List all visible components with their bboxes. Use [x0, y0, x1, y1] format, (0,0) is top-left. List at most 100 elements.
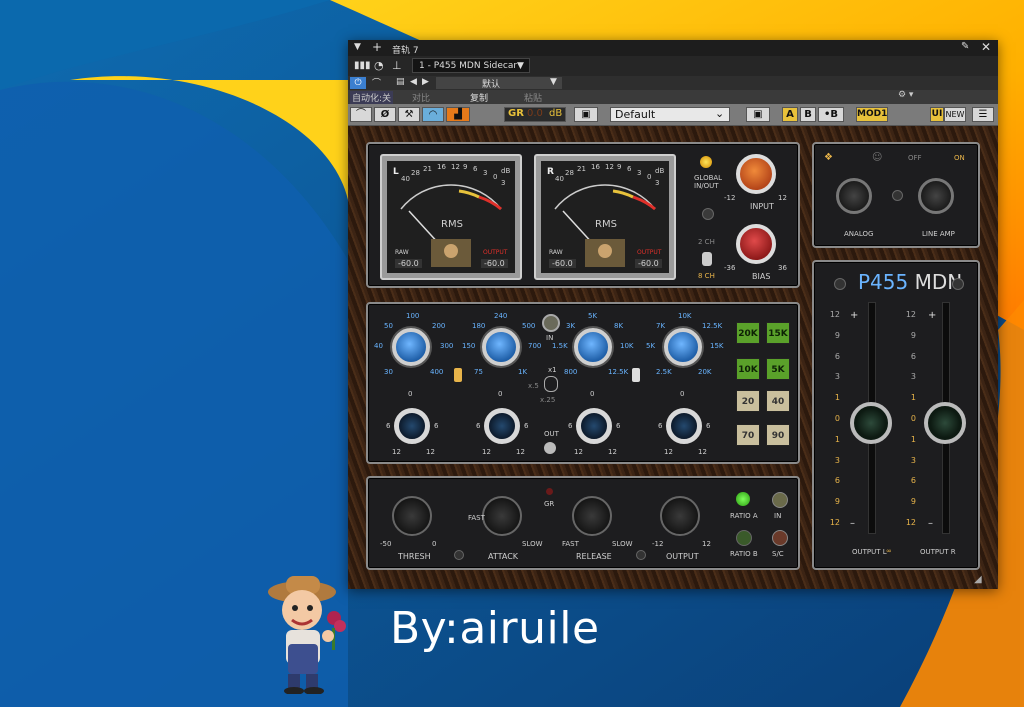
b-button[interactable]: B	[800, 107, 816, 122]
output-r-fader-handle[interactable]	[924, 402, 966, 444]
filter-40-button[interactable]: 40	[766, 390, 790, 412]
chevron-down-icon: ▼	[517, 61, 524, 71]
eq-band1-freq-knob[interactable]	[392, 328, 430, 366]
fader-scale-tick: 6	[834, 351, 840, 361]
bias-label: BIAS	[752, 272, 771, 281]
mascot-image	[268, 576, 346, 694]
eq-band3-freq-knob[interactable]	[574, 328, 612, 366]
fader-scale-tick: 12	[829, 518, 840, 527]
filter-15k-button[interactable]: 15K	[766, 322, 790, 344]
line-amp-knob[interactable]	[918, 178, 954, 214]
a-button[interactable]: A	[782, 107, 798, 122]
plugin-selector-bar: ▮▮▮ ◔ ⊥ 1 - P455 MDN Sidecar ▼	[348, 56, 998, 76]
filter-20k-button[interactable]: 20K	[736, 322, 760, 344]
bars-icon[interactable]: ▮▮▮	[354, 60, 371, 71]
close-icon[interactable]: ✕	[981, 40, 991, 54]
bias-knob[interactable]	[736, 224, 776, 264]
comp-output-knob[interactable]	[660, 496, 700, 536]
eq-band4-gain-knob[interactable]	[666, 408, 702, 444]
eq-band2-gain-knob[interactable]	[484, 408, 520, 444]
fader-scale-tick: 12	[905, 518, 916, 527]
gain-tick: 6	[658, 422, 663, 430]
routing-icon[interactable]: ⊥	[392, 59, 402, 72]
filter-5k-button[interactable]: 5K	[766, 358, 790, 380]
power-circle-icon[interactable]: ◔	[374, 59, 384, 72]
global-inout-button[interactable]	[702, 208, 714, 220]
bias-max-label: 36	[778, 264, 787, 272]
global-led[interactable]	[700, 156, 712, 168]
filter-70-button[interactable]: 70	[736, 424, 760, 446]
eq-label: 20K	[698, 368, 712, 376]
preset-name-box[interactable]: 默认 ▼	[436, 77, 562, 90]
ratio-b-button[interactable]	[736, 530, 752, 546]
file-icon[interactable]: ▤	[396, 77, 405, 87]
new-button[interactable]: NEW	[944, 107, 966, 122]
link-icon[interactable]: ∞	[886, 547, 892, 555]
save-preset-icon[interactable]: ▣	[746, 107, 770, 122]
preset-dropdown[interactable]: Default ⌄	[610, 107, 730, 122]
prev-preset-icon[interactable]: ◀	[410, 77, 417, 87]
filter-10k-button[interactable]: 10K	[736, 358, 760, 380]
meter-view-button[interactable]: ◠	[422, 107, 444, 122]
pin-icon[interactable]: ✎	[961, 41, 969, 52]
save-icon[interactable]: ▣	[574, 107, 598, 122]
hamburger-menu-icon[interactable]: ☰	[972, 107, 994, 122]
sidechain-button[interactable]	[772, 530, 788, 546]
eq-band3-gain-knob[interactable]	[576, 408, 612, 444]
scale-tick: 3	[655, 179, 660, 187]
bias-min-label: -36	[724, 264, 736, 272]
power-button[interactable]: ⏻	[350, 77, 366, 89]
menu-dropdown-icon[interactable]: ▼	[354, 42, 361, 52]
gain-tick: 12	[392, 448, 401, 456]
paste-button[interactable]: 粘贴	[524, 91, 542, 104]
thresh-link-indicator[interactable]	[454, 550, 464, 560]
output-l-fader-handle[interactable]	[850, 402, 892, 444]
mod-button[interactable]: MOD1	[856, 107, 888, 122]
eq-in-button[interactable]	[542, 314, 560, 332]
copy-button[interactable]: 复制	[470, 91, 488, 104]
gr-readout: GR 0.0 dB	[504, 107, 566, 122]
thresh-knob[interactable]	[392, 496, 432, 536]
analog-knob[interactable]	[836, 178, 872, 214]
release-link-indicator[interactable]	[636, 550, 646, 560]
brand-model: P455	[858, 270, 909, 294]
eq-out-button[interactable]	[544, 442, 556, 454]
ratio-a-button[interactable]	[736, 492, 750, 506]
channel-toggle-switch[interactable]	[702, 252, 712, 266]
ui-button[interactable]: UI	[930, 107, 944, 122]
release-knob[interactable]	[572, 496, 612, 536]
face-icon[interactable]: ☺	[872, 152, 882, 163]
steps-button[interactable]: ▟	[446, 107, 470, 122]
next-preset-icon[interactable]: ▶	[422, 77, 429, 87]
gain-tick: 6	[706, 422, 711, 430]
tiger-icon[interactable]: ❖	[824, 152, 833, 163]
eq-panel: 50 100 200 40 300 30 400 180 240 500 150…	[366, 302, 800, 464]
eq-range-switch[interactable]	[544, 376, 558, 392]
input-knob[interactable]	[736, 154, 776, 194]
copy-a-to-b-button[interactable]: •B	[818, 107, 844, 122]
filter-20-button[interactable]: 20	[736, 390, 760, 412]
attack-knob[interactable]	[482, 496, 522, 536]
resize-grip-icon[interactable]: ◢	[974, 574, 982, 585]
eq-band2-freq-knob[interactable]	[482, 328, 520, 366]
compare-button[interactable]: 对比	[412, 91, 430, 104]
high-shelf-toggle[interactable]	[632, 368, 640, 382]
comp-in-button[interactable]	[772, 492, 788, 508]
add-icon[interactable]: +	[372, 40, 382, 54]
gauge-button[interactable]: ⌒	[350, 107, 372, 122]
gain-tick: 6	[568, 422, 573, 430]
plugin-slot-dropdown[interactable]: 1 - P455 MDN Sidecar ▼	[412, 58, 530, 73]
settings-gear-icon[interactable]: ⚙ ▾	[898, 90, 913, 100]
filter-90-button[interactable]: 90	[766, 424, 790, 446]
output-fader-panel: P455 MDN + + – – OUTPUT L ∞ OUTPUT R 12 1…	[812, 260, 980, 570]
automation-button[interactable]: 自动化:关	[350, 91, 394, 104]
fader-scale-tick: 0	[910, 414, 916, 423]
gain-tick: 12	[608, 448, 617, 456]
eq-band1-gain-knob[interactable]	[394, 408, 430, 444]
wrench-icon[interactable]: ⚒	[398, 107, 420, 122]
low-shelf-toggle[interactable]	[454, 368, 462, 382]
phase-button[interactable]: Ø	[374, 107, 396, 122]
scale-tick: 12	[451, 163, 460, 171]
eq-band4-freq-knob[interactable]	[664, 328, 702, 366]
gauge-icon[interactable]: ⌒	[372, 76, 381, 89]
